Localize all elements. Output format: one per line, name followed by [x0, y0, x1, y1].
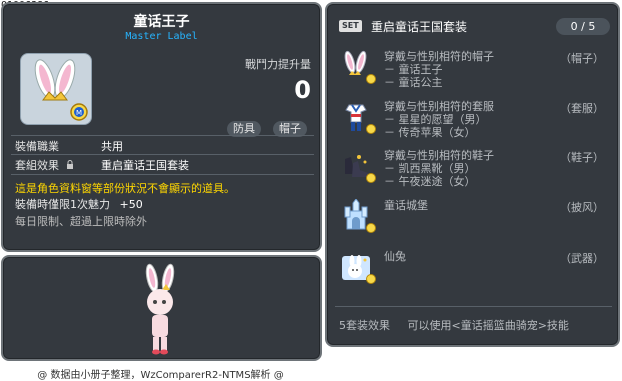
- set-effect-label-text: 套組效果: [15, 159, 59, 172]
- coin-icon: [366, 124, 376, 134]
- set-item-name: 穿戴与性别相符的套服: [384, 100, 494, 113]
- set-item-text: 穿戴与性别相符的帽子 － 童话王子 － 童话公主: [384, 50, 494, 89]
- set-item-option: － 童话王子: [384, 63, 443, 76]
- charm-value: +50: [119, 198, 143, 211]
- set-item-weapon: 仙兔 （武器）: [335, 250, 620, 290]
- set-item-option: － 传奇苹果（女）: [384, 126, 476, 139]
- divider: [11, 135, 314, 136]
- set-badge: SET: [339, 20, 362, 32]
- warning-text: 這是角色資料窗等部份狀況不會顯示的道具。: [15, 182, 235, 195]
- set-effect-label: 套組效果: [15, 157, 74, 173]
- item-tooltip-panel: 童话王子 Master Label M 戰鬥力提升量 0 防具 帽子 裝備職業 …: [1, 2, 322, 252]
- job-label: 裝備職業: [15, 140, 59, 153]
- set-item-text: 穿戴与性别相符的鞋子 － 凯西黑靴（男） － 午夜迷途（女）: [384, 149, 494, 188]
- stat-value: 0: [294, 76, 311, 104]
- set-item-text: 仙兔: [384, 250, 406, 263]
- daily-limit-text: 每日限制、超過上限時除外: [15, 215, 147, 228]
- set-item-hat: 穿戴与性别相符的帽子 － 童话王子 － 童话公主 （帽子）: [335, 50, 620, 90]
- set-item-cape: 童话城堡 （披风）: [335, 199, 620, 239]
- set-effect-value: 重启童话王国套装: [101, 159, 189, 172]
- set-item-option: － 凯西黑靴（男）: [384, 162, 476, 175]
- charm-label: 裝備時僅限1次魅力: [15, 198, 110, 211]
- svg-text:M: M: [76, 109, 82, 117]
- set-item-text: 穿戴与性别相符的套服 － 星星的愿望（男） － 传奇苹果（女）: [384, 100, 494, 139]
- item-name: 童话王子: [133, 14, 190, 30]
- set-item-name: 穿戴与性别相符的帽子: [384, 50, 494, 63]
- set-item-option: － 午夜迷途（女）: [384, 175, 476, 188]
- bunny-ears-hat-icon: M: [34, 59, 88, 121]
- set-item-outfit: 穿戴与性别相符的套服 － 星星的愿望（男） － 传奇苹果（女） （套服）: [335, 100, 620, 140]
- set-effect-panel: SET 重启童话王国套装 0 / 5 穿戴与性别相符的帽子 － 童话王子 － 童…: [325, 2, 620, 347]
- charm-line: 裝備時僅限1次魅力 +50: [15, 196, 143, 212]
- set-footer: 5套装效果 可以使用<童话摇篮曲骑宠>技能: [339, 317, 569, 333]
- set-item-name: 童话城堡: [384, 199, 428, 212]
- coin-icon: [366, 173, 376, 183]
- divider: [11, 174, 314, 175]
- character-avatar: [145, 263, 175, 355]
- job-value: 共用: [101, 140, 123, 153]
- item-label: Master Label: [125, 31, 198, 42]
- set-item-slot: （武器）: [560, 252, 604, 265]
- set-item-slot: （披风）: [560, 201, 604, 214]
- set-item-name: 穿戴与性别相符的鞋子: [384, 149, 494, 162]
- set-item-name: 仙兔: [384, 250, 406, 263]
- coin-icon: [366, 223, 376, 233]
- set-item-shoes: 穿戴与性别相符的鞋子 － 凯西黑靴（男） － 午夜迷途（女） （鞋子）: [335, 149, 620, 189]
- set-footer-value: 可以使用<童话摇篮曲骑宠>技能: [407, 319, 569, 332]
- set-item-slot: （鞋子）: [560, 151, 604, 164]
- set-item-slot: （帽子）: [560, 52, 604, 65]
- set-item-text: 童话城堡: [384, 199, 428, 212]
- coin-icon: [366, 274, 376, 284]
- lock-icon: [66, 160, 73, 169]
- set-footer-label: 5套装效果: [339, 319, 390, 332]
- item-icon-frame: M: [20, 53, 92, 125]
- coin-icon: [366, 74, 376, 84]
- set-count: 0 / 5: [556, 18, 610, 35]
- credit-text: @ 数据由小册子整理，WzComparerR2-NTMS解析 @: [37, 370, 284, 381]
- stat-label: 戰鬥力提升量: [245, 58, 311, 71]
- set-item-option: － 星星的愿望（男）: [384, 113, 487, 126]
- set-title: 重启童话王国套装: [371, 20, 468, 34]
- character-preview-panel: [1, 255, 322, 361]
- divider: [335, 306, 612, 307]
- set-item-slot: （套服）: [560, 102, 604, 115]
- divider: [11, 154, 314, 155]
- set-item-option: － 童话公主: [384, 76, 443, 89]
